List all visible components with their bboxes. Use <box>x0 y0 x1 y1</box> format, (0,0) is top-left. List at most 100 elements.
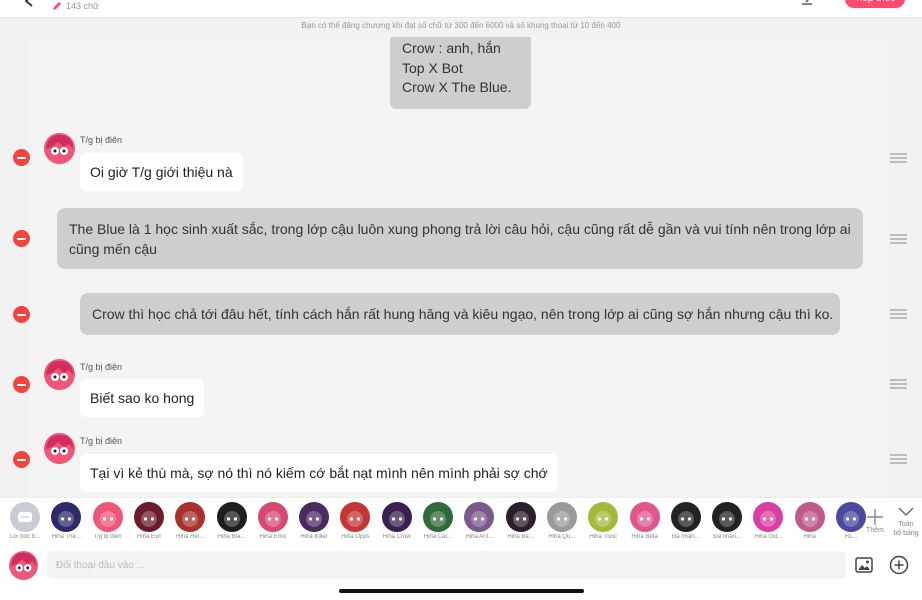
character-name: Hiha Killer <box>300 534 328 540</box>
character-avatar <box>546 502 577 532</box>
remove-message-button[interactable] <box>13 451 30 468</box>
character-avatar <box>340 502 371 532</box>
character-name: Đa nhân... <box>713 534 741 540</box>
full-list-label[interactable]: Toàn bộ bảng <box>890 520 922 538</box>
character-bar: Thêm Toàn bộ bảng Lời bốc b... Hiha The..… <box>0 497 922 546</box>
character-item[interactable]: Hiha The... <box>46 502 86 540</box>
character-name: Hiha Qu... <box>548 534 576 540</box>
character-item[interactable]: Đa nhân... <box>666 502 706 540</box>
character-item[interactable]: Hiha Killer <box>294 502 334 540</box>
narration-bubble[interactable]: The Blue là 1 học sinh xuất sắc, trong l… <box>57 208 863 269</box>
next-button[interactable]: Tiếp theo <box>845 0 905 8</box>
character-name: Hiha Glit... <box>754 534 783 540</box>
dialogue-bubble[interactable]: Oi giờ T/g giới thiệu nà <box>80 153 243 191</box>
character-item[interactable]: Hiha Bla... <box>212 502 252 540</box>
chevron-down-icon[interactable] <box>897 505 915 517</box>
character-item[interactable]: Hiha Beta <box>625 502 665 540</box>
character-item[interactable]: Hiha Glit... <box>748 502 788 540</box>
character-avatar <box>836 502 866 532</box>
character-item[interactable]: T/g bị điên <box>88 502 128 540</box>
drag-handle-icon[interactable] <box>890 234 907 244</box>
character-avatar <box>794 502 825 532</box>
image-icon[interactable] <box>855 557 873 573</box>
character-name: Hiha Toxic <box>589 534 617 540</box>
character-name: Hiha Ant... <box>465 534 494 540</box>
back-arrow-icon[interactable] <box>22 0 36 8</box>
character-name: Hiha Opps <box>341 534 370 540</box>
character-item[interactable]: Hiha Qu... <box>542 502 582 540</box>
current-speaker-avatar[interactable] <box>9 551 38 580</box>
character-item[interactable]: H1... <box>831 502 871 540</box>
character-avatar <box>299 502 330 532</box>
character-name: Hiha Beta <box>631 534 658 540</box>
character-item[interactable]: Hiha Ba... <box>501 502 541 540</box>
narration-line: Top X Bot <box>402 59 463 76</box>
speaker-name: T/g bị điên <box>80 362 123 372</box>
remove-message-button[interactable] <box>13 306 30 323</box>
avatar[interactable] <box>44 133 75 164</box>
character-item[interactable]: Hiha Ant... <box>459 502 499 540</box>
home-indicator <box>339 589 584 593</box>
character-name: Đa nhân... <box>671 534 700 540</box>
avatar[interactable] <box>44 359 75 390</box>
drag-handle-icon[interactable] <box>890 379 907 389</box>
character-avatar <box>216 502 247 532</box>
drag-handle-icon[interactable] <box>890 309 907 319</box>
full-list-label-line: bộ bảng <box>893 530 919 537</box>
character-item[interactable]: Hiha Cat... <box>418 502 458 540</box>
dialogue-input[interactable] <box>47 551 846 579</box>
narrator-icon <box>10 502 40 532</box>
character-avatar <box>133 502 164 532</box>
character-name: Hiha Emo <box>259 534 286 540</box>
drag-handle-icon[interactable] <box>890 153 907 163</box>
character-avatar <box>92 502 123 532</box>
dialogue-bubble[interactable]: Tại vì kẻ thù mà, sợ nó thì nó kiếm cớ b… <box>80 454 558 492</box>
character-item[interactable]: Hiha Crow <box>377 502 417 540</box>
character-name: Lời bốc b... <box>10 534 40 540</box>
dialogue-bubble[interactable]: Biết sao ko hong <box>80 379 205 417</box>
character-avatar <box>712 502 743 532</box>
character-avatar <box>670 502 701 532</box>
edit-note-icon[interactable] <box>800 0 814 6</box>
character-name: Hiha Bla... <box>217 534 246 540</box>
character-item[interactable]: Lời bốc b... <box>5 502 45 540</box>
add-circle-icon[interactable] <box>889 555 909 575</box>
remove-message-button[interactable] <box>13 376 30 393</box>
info-notice: Bạn có thể đăng chương khi đạt số chữ từ… <box>301 21 621 30</box>
character-name: Hiha Cat... <box>423 534 453 540</box>
avatar[interactable] <box>44 433 75 464</box>
character-avatar <box>464 502 495 532</box>
pencil-icon <box>53 2 61 10</box>
input-bar <box>0 546 922 600</box>
remove-message-button[interactable] <box>13 230 30 247</box>
character-name: H1... <box>844 534 858 540</box>
narration-bubble[interactable]: Crow : anh, hắn Top X Bot Crow X The Blu… <box>390 37 531 109</box>
character-name: Hiha Evil <box>137 534 161 540</box>
narration-bubble[interactable]: Crow thì học chả tới đâu hết, tính cách … <box>80 293 840 335</box>
character-name: Hiha <box>803 534 816 540</box>
character-name: Hiha Crow <box>382 534 411 540</box>
character-avatar <box>257 502 288 532</box>
character-item[interactable]: Hiha Hel... <box>170 502 210 540</box>
character-avatar <box>175 502 206 532</box>
character-item[interactable]: Hiha Emo <box>253 502 293 540</box>
character-avatar <box>423 502 453 532</box>
character-item[interactable]: Hiha Toxic <box>583 502 623 540</box>
character-name: Hiha Hel... <box>176 534 205 540</box>
character-name: Hiha The... <box>51 534 81 540</box>
character-avatar <box>51 502 82 532</box>
word-count: 143 chữ <box>66 1 100 11</box>
character-name: T/g bị điên <box>93 534 122 540</box>
narration-line: Crow X The Blue. <box>402 79 512 95</box>
drag-handle-icon[interactable] <box>890 454 907 464</box>
narration-line: Crow : anh, hắn <box>402 40 501 56</box>
character-item[interactable]: Hiha Opps <box>335 502 375 540</box>
speaker-name: T/g bị điên <box>80 135 123 145</box>
character-avatar <box>629 502 660 532</box>
speaker-name: T/g bị điên <box>80 436 123 446</box>
character-item[interactable]: Hiha <box>790 502 830 540</box>
character-avatar <box>381 502 412 532</box>
character-item[interactable]: Đa nhân... <box>707 502 747 540</box>
remove-message-button[interactable] <box>13 149 30 166</box>
character-item[interactable]: Hiha Evil <box>129 502 169 540</box>
